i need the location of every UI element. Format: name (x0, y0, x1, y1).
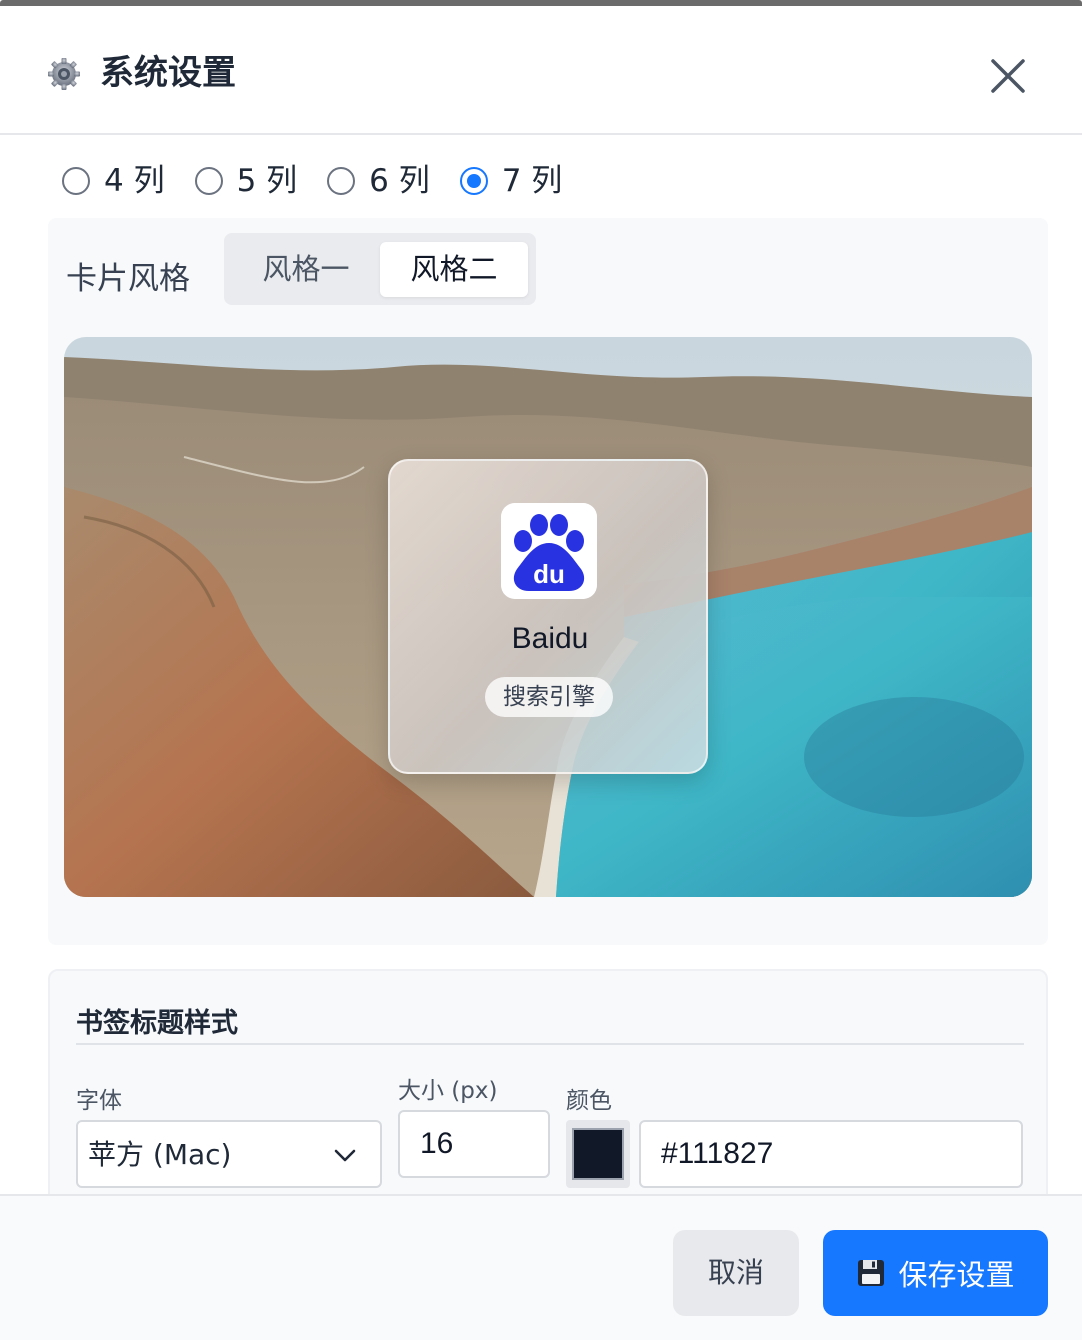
section-divider (76, 1043, 1024, 1045)
column-count-radio-group: 4 列 5 列 6 列 7 列 (62, 158, 592, 204)
bookmark-tag: 搜索引擎 (485, 677, 613, 717)
radio-circle[interactable] (327, 167, 356, 195)
radio-label: 6 列 (369, 163, 430, 199)
radio-circle[interactable] (194, 167, 223, 195)
radio-4-columns[interactable]: 4 列 (62, 161, 165, 201)
radio-label: 4 列 (104, 163, 165, 199)
save-button-label: 保存设置 (898, 1258, 1015, 1292)
color-hex-input[interactable]: #111827 (639, 1120, 1023, 1188)
card-style-segmented-control: 风格一 风格二 (224, 233, 536, 305)
radio-5-columns[interactable]: 5 列 (194, 161, 298, 201)
color-picker[interactable] (566, 1120, 630, 1188)
baidu-icon-text: du (533, 559, 565, 589)
radio-label: 5 列 (236, 163, 298, 199)
radio-7-columns[interactable]: 7 列 (459, 161, 563, 201)
radio-circle[interactable] (62, 167, 90, 195)
radio-label: 7 列 (501, 163, 563, 199)
radio-circle-checked[interactable] (459, 167, 488, 195)
baidu-paw-icon: du (501, 503, 597, 599)
floppy-disk-icon (858, 1260, 885, 1286)
close-icon[interactable] (982, 50, 1034, 102)
section-heading: 书签标题样式 (76, 1008, 238, 1039)
font-select-value: 苹方 (Mac) (88, 1138, 232, 1171)
font-select[interactable]: 苹方 (Mac) (76, 1120, 382, 1188)
color-swatch (572, 1128, 624, 1180)
save-settings-button[interactable]: 保存设置 (823, 1230, 1048, 1316)
radio-6-columns[interactable]: 6 列 (327, 161, 430, 201)
style-two-tab[interactable]: 风格二 (380, 242, 528, 297)
size-label: 大小 (px) (398, 1078, 498, 1104)
bookmark-card-preview[interactable]: du Baidu 搜索引擎 (388, 459, 708, 774)
bookmark-name: Baidu (511, 622, 589, 655)
color-label: 颜色 (566, 1088, 612, 1114)
dialog-title: 系统设置 (100, 53, 236, 93)
card-style-label: 卡片风格 (66, 261, 190, 297)
font-size-input[interactable]: 16 (398, 1110, 550, 1178)
font-label: 字体 (76, 1088, 122, 1114)
card-preview: du Baidu 搜索引擎 (64, 337, 1032, 897)
dialog-header: 系统设置 (0, 6, 1082, 135)
cancel-button[interactable]: 取消 (673, 1230, 799, 1316)
style-one-tab[interactable]: 风格一 (232, 242, 380, 297)
card-style-panel: 卡片风格 风格一 风格二 du Baidu 搜索引擎 (48, 218, 1048, 945)
settings-dialog: 系统设置 4 列 5 列 6 列 7 列 卡片风格 风格一 风格二 du Bai… (0, 6, 1082, 1340)
gear-icon (48, 58, 80, 90)
dialog-footer: 取消 保存设置 (0, 1194, 1082, 1340)
chevron-down-icon (334, 1149, 356, 1162)
